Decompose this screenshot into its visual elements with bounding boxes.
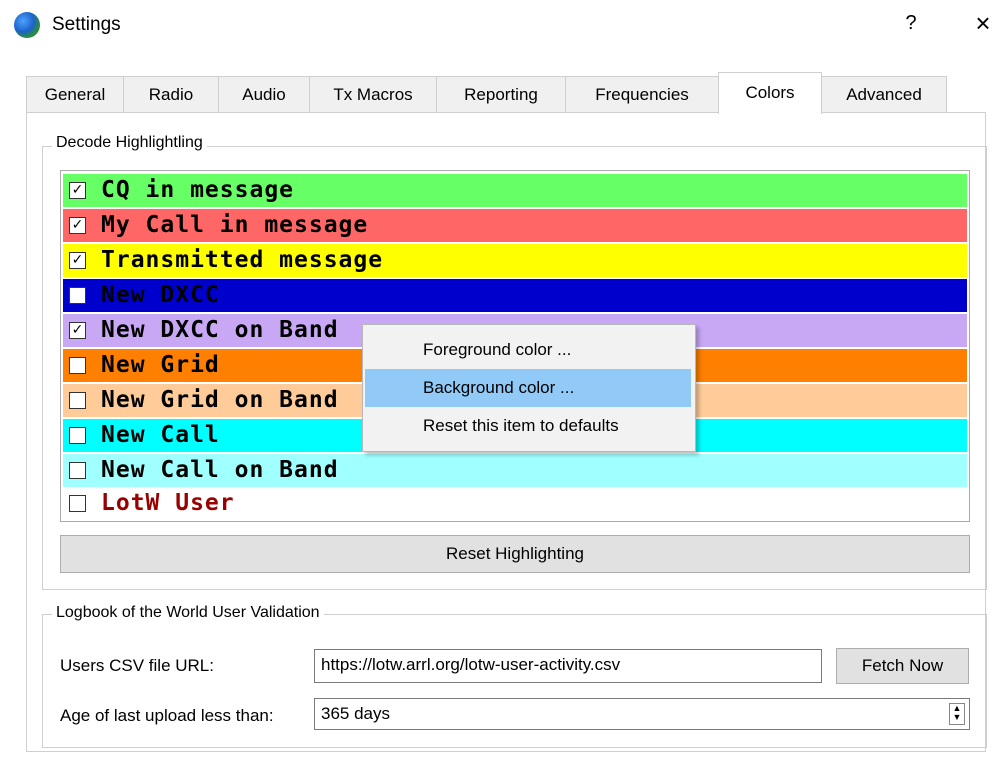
highlight-item-label: CQ in message [101,177,295,203]
highlight-item-lotw-user[interactable]: LotW User [63,487,967,520]
checkbox[interactable] [69,495,86,512]
highlight-item-label: LotW User [101,490,235,516]
highlight-item-label: New Call on Band [101,457,339,483]
tab-colors[interactable]: Colors [718,72,822,114]
checkbox[interactable]: ✓ [69,322,86,339]
decode-highlighting-title: Decode Highlightling [52,134,207,152]
highlight-item-label: New Grid [101,352,220,378]
help-button[interactable]: ? [900,12,922,35]
checkbox[interactable] [69,357,86,374]
title-bar: Settings ? × [0,0,1007,56]
checkbox[interactable] [69,392,86,409]
tab-advanced[interactable]: Advanced [821,76,947,112]
checkbox[interactable] [69,427,86,444]
lotw-validation-title: Logbook of the World User Validation [52,604,324,622]
highlight-item-label: New Grid on Band [101,387,339,413]
menu-item-background-color[interactable]: Background color ... [365,369,691,407]
tab-bar: General Radio Audio Tx Macros Reporting … [26,72,986,114]
age-upload-spinbox[interactable]: 365 days ▲ ▼ [314,698,970,730]
menu-item-reset-defaults[interactable]: Reset this item to defaults [365,407,691,445]
tab-frequencies[interactable]: Frequencies [565,76,719,112]
age-upload-label: Age of last upload less than: [60,706,274,725]
checkbox[interactable]: ✓ [69,182,86,199]
menu-item-foreground-color[interactable]: Foreground color ... [365,331,691,369]
tab-audio[interactable]: Audio [218,76,310,112]
highlight-item-label: New DXCC [101,282,220,308]
highlight-item-my-call[interactable]: ✓ My Call in message [63,209,967,242]
checkbox[interactable] [69,287,86,304]
checkbox[interactable] [69,462,86,479]
highlight-item-cq[interactable]: ✓ CQ in message [63,174,967,207]
tab-general[interactable]: General [26,76,124,112]
csv-url-label: Users CSV file URL: [60,656,214,675]
app-globe-icon [14,12,40,38]
window-title: Settings [52,14,121,35]
spin-down-icon[interactable]: ▼ [950,713,964,722]
tab-reporting[interactable]: Reporting [436,76,566,112]
highlight-item-label: Transmitted message [101,247,384,273]
highlight-item-label: New DXCC on Band [101,317,339,343]
tab-radio[interactable]: Radio [123,76,219,112]
highlight-item-new-dxcc[interactable]: New DXCC [63,279,967,312]
spin-arrows[interactable]: ▲ ▼ [949,703,965,725]
highlight-item-transmitted[interactable]: ✓ Transmitted message [63,244,967,277]
checkbox[interactable]: ✓ [69,217,86,234]
context-menu: Foreground color ... Background color ..… [362,324,696,452]
csv-url-input[interactable]: https://lotw.arrl.org/lotw-user-activity… [314,649,822,683]
age-upload-value: 365 days [321,704,390,723]
checkbox[interactable]: ✓ [69,252,86,269]
close-button[interactable]: × [968,8,998,39]
tab-tx-macros[interactable]: Tx Macros [309,76,437,112]
reset-highlighting-button[interactable]: Reset Highlighting [60,535,970,573]
highlight-item-label: My Call in message [101,212,369,238]
fetch-now-button[interactable]: Fetch Now [836,648,969,684]
highlight-item-new-call-band[interactable]: New Call on Band [63,454,967,487]
highlight-item-label: New Call [101,422,220,448]
